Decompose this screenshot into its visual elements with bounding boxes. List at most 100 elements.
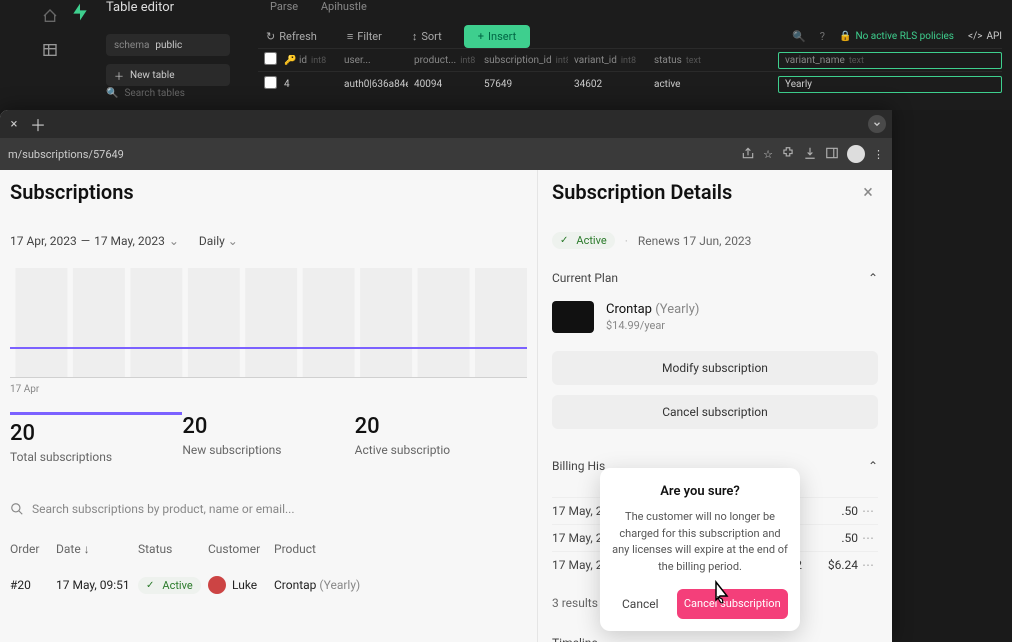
more-icon[interactable]: ⋯ (858, 504, 878, 518)
cell-user[interactable]: auth0|636a84e8 (338, 79, 408, 90)
col-variant-name[interactable]: variant_nametext (778, 52, 1002, 69)
order-product: Crontap (Yearly) (274, 578, 527, 592)
close-icon[interactable]: × (858, 182, 878, 202)
stat-new[interactable]: 20 New subscriptions (182, 412, 354, 466)
col-id[interactable]: 🔑 idint8 (278, 55, 338, 66)
rls-warning[interactable]: 🔒 No active RLS policies (839, 31, 954, 42)
close-tab-icon[interactable]: × (6, 116, 22, 132)
avatar (208, 576, 226, 594)
profile-icon[interactable] (847, 145, 865, 163)
granularity-select[interactable]: Daily (199, 234, 238, 248)
cell-variant-name[interactable]: Yearly (778, 76, 1002, 93)
supabase-breadcrumb: Parse Apihustle (270, 0, 387, 13)
date-range-picker[interactable]: 17 Apr, 2023 — 17 May, 2023 (10, 234, 179, 248)
browser-tab-strip: × ＋ (0, 110, 892, 138)
db-columns-header: 🔑 idint8 user... product...int8 subscrip… (258, 48, 1002, 72)
extensions-icon[interactable] (781, 146, 795, 163)
supabase-nav-rail (40, 0, 60, 110)
cursor-icon (708, 579, 732, 607)
order-status: Active (138, 577, 208, 594)
renews-text: Renews 17 Jun, 2023 (638, 234, 752, 248)
schema-selector[interactable]: schema public (106, 34, 230, 56)
supabase-logo-icon (70, 2, 90, 22)
filter-button[interactable]: ≡ Filter (339, 26, 390, 47)
share-icon[interactable] (741, 146, 755, 163)
page-title: Table editor (106, 0, 174, 15)
chart-x-label: 17 Apr (10, 384, 39, 395)
select-all-checkbox[interactable] (264, 52, 277, 65)
date-controls: 17 Apr, 2023 — 17 May, 2023 Daily (10, 234, 527, 248)
nav-parse[interactable]: Parse (270, 0, 298, 13)
order-date: 17 May, 09:51 (56, 578, 138, 592)
help-icon[interactable]: ? (820, 30, 825, 43)
stats-row: 20 Total subscriptions 20 New subscripti… (10, 412, 527, 466)
plan-name: Crontap (Yearly) (606, 302, 699, 317)
order-row[interactable]: #20 17 May, 09:51 Active Luke Crontap (Y… (10, 576, 527, 594)
cell-subscription[interactable]: 57649 (478, 79, 568, 90)
orders-table-header: Order Date ↓ Status Customer Product (10, 542, 527, 556)
insert-button[interactable]: + Insert (464, 25, 530, 48)
cancel-subscription-button[interactable]: Cancel subscription (552, 395, 878, 429)
popover-confirm-button[interactable]: Cancel subscription (677, 589, 788, 619)
cell-variant[interactable]: 34602 (568, 79, 648, 90)
plan-price: $14.99/year (606, 319, 699, 332)
col-user[interactable]: user... (338, 55, 408, 66)
api-button[interactable]: </> API (968, 31, 1002, 42)
tabs-overflow-icon[interactable] (868, 115, 886, 133)
col-product[interactable]: product...int8 (408, 55, 478, 66)
download-icon[interactable] (803, 146, 817, 163)
new-table-button[interactable]: ＋ New table (106, 64, 230, 86)
subscriptions-search[interactable]: Search subscriptions by product, name or… (10, 502, 527, 516)
col-variant[interactable]: variant_idint8 (568, 55, 648, 66)
browser-address-bar[interactable]: m/subscriptions/57649 ☆ ⋮ (0, 138, 892, 170)
cell-id[interactable]: 4 (278, 79, 338, 90)
cancel-confirmation-popover: Are you sure? The customer will no longe… (600, 468, 800, 631)
th-product[interactable]: Product (274, 542, 527, 556)
table-icon[interactable] (42, 42, 58, 62)
row-checkbox[interactable] (264, 76, 277, 89)
subscriptions-chart: 17 Apr (10, 268, 527, 378)
col-subscription[interactable]: subscription_idint8 (478, 55, 568, 66)
chevron-up-icon: ⌃ (868, 459, 878, 473)
url-text: m/subscriptions/57649 (8, 148, 733, 161)
th-customer[interactable]: Customer (208, 542, 274, 556)
sort-button[interactable]: ↕ Sort (404, 26, 450, 47)
popover-cancel-button[interactable]: Cancel (612, 589, 669, 619)
stat-total[interactable]: 20 Total subscriptions (10, 412, 182, 466)
supabase-panel: Table editor Parse Apihustle schema publ… (0, 0, 1012, 110)
col-status[interactable]: statustext (648, 55, 778, 66)
popover-title: Are you sure? (612, 484, 788, 499)
modify-subscription-button[interactable]: Modify subscription (552, 351, 878, 385)
stat-active[interactable]: 20 Active subscriptio (355, 412, 527, 466)
timeline-header[interactable]: Timeline (552, 636, 878, 642)
subscriptions-panel: Subscriptions 17 Apr, 2023 — 17 May, 202… (0, 170, 538, 642)
plan-thumbnail (552, 301, 594, 333)
chevron-up-icon: ⌃ (868, 271, 878, 285)
search-icon[interactable]: 🔍 (792, 30, 806, 43)
nav-apihustle[interactable]: Apihustle (321, 0, 367, 13)
th-date[interactable]: Date ↓ (56, 542, 138, 556)
chart-series-line (10, 347, 527, 349)
more-icon[interactable]: ⋯ (858, 531, 878, 545)
star-icon[interactable]: ☆ (763, 148, 773, 161)
plan-row: Crontap (Yearly) $14.99/year (552, 301, 878, 333)
sidepanel-icon[interactable] (825, 146, 839, 163)
search-tables-input[interactable]: 🔍 Search tables (106, 88, 230, 99)
cell-product[interactable]: 40094 (408, 79, 478, 90)
status-line: Active · Renews 17 Jun, 2023 (552, 232, 878, 249)
search-placeholder: Search subscriptions by product, name or… (32, 502, 295, 516)
table-row[interactable]: 4 auth0|636a84e8 40094 57649 34602 activ… (258, 72, 1002, 96)
current-plan-header[interactable]: Current Plan ⌃ (552, 271, 878, 285)
th-order[interactable]: Order (10, 542, 56, 556)
kebab-icon[interactable]: ⋮ (873, 148, 884, 161)
new-tab-icon[interactable]: ＋ (28, 114, 48, 134)
browser-window: × ＋ m/subscriptions/57649 ☆ ⋮ Subscripti… (0, 110, 892, 642)
th-status[interactable]: Status (138, 542, 208, 556)
more-icon[interactable]: ⋯ (858, 558, 878, 572)
refresh-button[interactable]: ↻ Refresh (258, 26, 325, 47)
cell-status[interactable]: active (648, 79, 778, 90)
order-customer: Luke (208, 576, 274, 594)
home-icon[interactable] (42, 8, 58, 28)
schema-value: public (155, 40, 182, 51)
status-badge: Active (552, 232, 615, 249)
